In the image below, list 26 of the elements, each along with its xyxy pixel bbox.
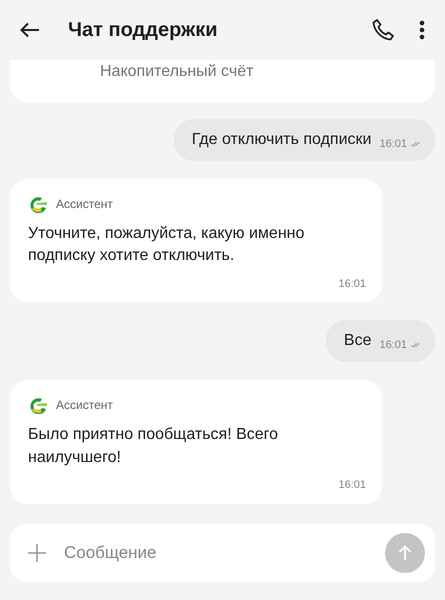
arrow-up-icon (398, 544, 412, 561)
message-text: Было приятно пообщаться! Всего наилучшего! (28, 425, 280, 468)
message-text: Уточните, пожалуйста, какую именно подписку хотите отключить. (28, 224, 306, 266)
plus-icon (28, 544, 46, 562)
message-time: 16:01 (379, 338, 407, 353)
attach-button[interactable] (28, 544, 46, 562)
message-field[interactable]: Сообщение (10, 524, 435, 582)
call-button[interactable] (371, 18, 395, 42)
read-ticks-icon (411, 140, 421, 147)
phone-icon (371, 18, 395, 42)
account-label: Накопительный счёт (100, 62, 254, 82)
message-time: 16:01 (338, 276, 366, 292)
sender-name: Ассистент (56, 196, 113, 213)
message-text: Где отключить подписки (192, 130, 372, 150)
message-text: Все (344, 331, 372, 352)
more-icon (419, 20, 425, 40)
logo-icon (28, 396, 48, 414)
message-time: 16:01 (338, 478, 366, 494)
logo-icon (28, 195, 48, 213)
back-arrow-icon (20, 22, 40, 38)
more-menu-button[interactable] (419, 18, 425, 42)
chat-title: Чат поддержки (68, 18, 219, 43)
read-ticks-icon (411, 342, 421, 348)
message-input[interactable]: Сообщение (62, 538, 369, 566)
message-time: 16:01 (379, 136, 407, 152)
sender-name: Ассистент (56, 397, 113, 414)
